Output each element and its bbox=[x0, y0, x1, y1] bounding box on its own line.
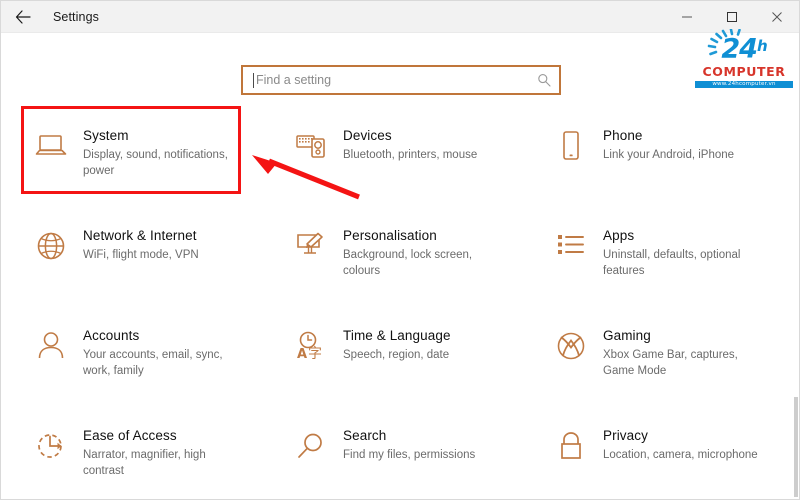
tile-text: Apps Uninstall, defaults, optional featu… bbox=[593, 224, 758, 279]
search-box[interactable] bbox=[241, 65, 561, 95]
tile-time-language[interactable]: A 字 Time & Language Speech, region, date bbox=[261, 306, 521, 406]
tile-network-internet[interactable]: Network & Internet WiFi, flight mode, VP… bbox=[1, 206, 261, 306]
tile-subtitle: Your accounts, email, sync, work, family bbox=[83, 349, 223, 377]
tile-text: System Display, sound, notifications, po… bbox=[73, 124, 238, 179]
text-caret bbox=[253, 72, 254, 88]
tile-subtitle: Uninstall, defaults, optional features bbox=[603, 249, 741, 277]
xbox-icon bbox=[549, 324, 593, 368]
back-arrow-icon[interactable] bbox=[1, 1, 45, 33]
tile-title: Accounts bbox=[83, 328, 140, 343]
svg-text:A: A bbox=[297, 347, 307, 361]
scrollbar-thumb[interactable] bbox=[794, 397, 798, 497]
ease-of-access-icon bbox=[29, 424, 73, 468]
window-title: Settings bbox=[53, 9, 99, 24]
tile-title: Gaming bbox=[603, 328, 651, 343]
vertical-scrollbar[interactable] bbox=[793, 97, 799, 499]
search-input[interactable] bbox=[256, 73, 537, 87]
tile-title: Personalisation bbox=[343, 228, 437, 243]
tile-text: Personalisation Background, lock screen,… bbox=[333, 224, 498, 279]
tile-apps[interactable]: Apps Uninstall, defaults, optional featu… bbox=[521, 206, 781, 306]
laptop-icon bbox=[29, 124, 73, 168]
tile-phone[interactable]: Phone Link your Android, iPhone bbox=[521, 106, 781, 206]
lock-icon bbox=[549, 424, 593, 468]
tile-text: Network & Internet WiFi, flight mode, VP… bbox=[73, 224, 199, 263]
settings-window: Settings Find a setting 24h COMPUTER www… bbox=[0, 0, 800, 500]
tile-personalisation[interactable]: Personalisation Background, lock screen,… bbox=[261, 206, 521, 306]
tile-title: Phone bbox=[603, 128, 643, 143]
tile-subtitle: Speech, region, date bbox=[343, 349, 450, 361]
title-bar: Settings bbox=[1, 1, 799, 33]
tile-subtitle: Xbox Game Bar, captures, Game Mode bbox=[603, 349, 738, 377]
tile-text: Search Find my files, permissions bbox=[333, 424, 475, 463]
person-icon bbox=[29, 324, 73, 368]
tile-subtitle: Location, camera, microphone bbox=[603, 449, 758, 461]
logo-mark: 24h bbox=[695, 29, 793, 65]
tile-text: Phone Link your Android, iPhone bbox=[593, 124, 734, 163]
tile-title: Devices bbox=[343, 128, 392, 143]
tile-title: System bbox=[83, 128, 129, 143]
tile-title: Ease of Access bbox=[83, 428, 177, 443]
tile-text: Devices Bluetooth, printers, mouse bbox=[333, 124, 477, 163]
tile-text: Gaming Xbox Game Bar, captures, Game Mod… bbox=[593, 324, 758, 379]
tile-devices[interactable]: Devices Bluetooth, printers, mouse bbox=[261, 106, 521, 206]
tile-title: Network & Internet bbox=[83, 228, 197, 243]
tile-subtitle: Link your Android, iPhone bbox=[603, 149, 735, 161]
paintbrush-icon bbox=[289, 224, 333, 268]
tile-title: Search bbox=[343, 428, 387, 443]
tile-subtitle: Bluetooth, printers, mouse bbox=[343, 149, 478, 161]
watermark-logo: 24h COMPUTER www.24hcomputer.vn bbox=[695, 29, 793, 88]
tile-search[interactable]: Search Find my files, permissions bbox=[261, 406, 521, 499]
tile-subtitle: Display, sound, notifications, power bbox=[83, 149, 228, 177]
list-icon bbox=[549, 224, 593, 268]
tile-subtitle: WiFi, flight mode, VPN bbox=[83, 249, 199, 261]
devices-icon bbox=[289, 124, 333, 168]
settings-grid: System Display, sound, notifications, po… bbox=[1, 106, 781, 499]
tile-system[interactable]: System Display, sound, notifications, po… bbox=[1, 106, 261, 206]
tile-title: Privacy bbox=[603, 428, 648, 443]
tile-title: Apps bbox=[603, 228, 635, 243]
logo-url: www.24hcomputer.vn bbox=[695, 80, 793, 88]
tile-text: Privacy Location, camera, microphone bbox=[593, 424, 758, 463]
globe-icon bbox=[29, 224, 73, 268]
magnifier-icon bbox=[289, 424, 333, 468]
tile-subtitle: Background, lock screen, colours bbox=[343, 249, 473, 277]
clock-language-icon: A 字 bbox=[289, 324, 333, 368]
tile-text: Ease of Access Narrator, magnifier, high… bbox=[73, 424, 238, 479]
svg-text:字: 字 bbox=[308, 346, 322, 361]
tile-title: Time & Language bbox=[343, 328, 451, 343]
search-row bbox=[1, 33, 799, 95]
tile-privacy[interactable]: Privacy Location, camera, microphone bbox=[521, 406, 781, 499]
tile-text: Accounts Your accounts, email, sync, wor… bbox=[73, 324, 238, 379]
tile-subtitle: Narrator, magnifier, high contrast bbox=[83, 449, 206, 477]
search-icon[interactable] bbox=[537, 73, 551, 87]
logo-word: COMPUTER bbox=[702, 64, 786, 79]
tile-ease-of-access[interactable]: Ease of Access Narrator, magnifier, high… bbox=[1, 406, 261, 499]
tile-text: Time & Language Speech, region, date bbox=[333, 324, 451, 363]
tile-accounts[interactable]: Accounts Your accounts, email, sync, wor… bbox=[1, 306, 261, 406]
tile-subtitle: Find my files, permissions bbox=[343, 449, 476, 461]
phone-icon bbox=[549, 124, 593, 168]
tile-gaming[interactable]: Gaming Xbox Game Bar, captures, Game Mod… bbox=[521, 306, 781, 406]
